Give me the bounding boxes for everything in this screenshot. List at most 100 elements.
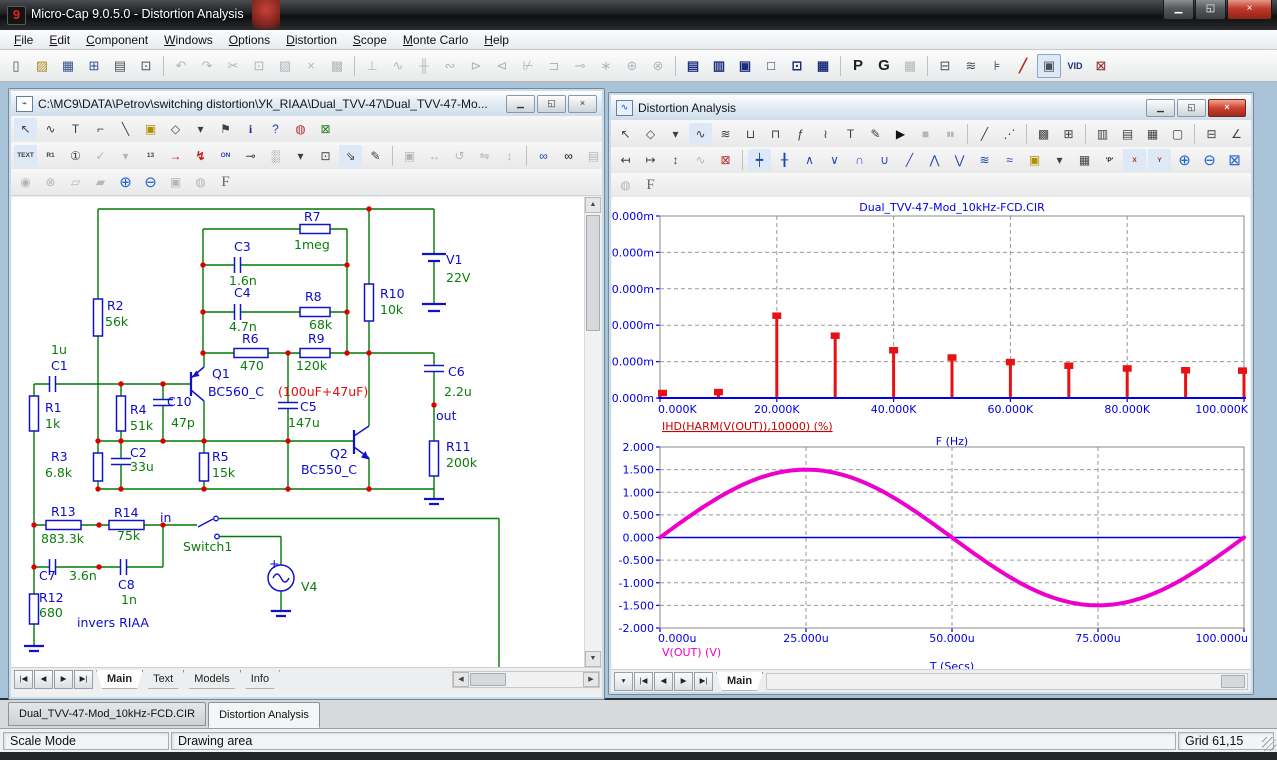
doc-tab-distortion-analysis[interactable]: Distortion Analysis	[208, 702, 320, 728]
schematic-horizontal-scrollbar[interactable]: ◀ ▶	[452, 671, 600, 688]
vertical-cursor-button[interactable]: ╂	[773, 149, 796, 171]
wire-tool[interactable]: ⌐	[89, 118, 112, 140]
close-button[interactable]: ×	[568, 95, 597, 113]
split-horizontal-button[interactable]: ▤	[681, 54, 705, 78]
cursor-mode-button[interactable]: ≋	[714, 123, 737, 145]
border-toggle[interactable]: ⊡	[314, 145, 337, 167]
line-tool[interactable]: ╱	[973, 123, 996, 145]
wave-reference-button[interactable]: ∿	[689, 149, 712, 171]
x-axis-scale-button[interactable]: X	[1123, 149, 1146, 171]
tokens-button[interactable]: ▦	[1141, 123, 1164, 145]
y-axis-scale-button[interactable]: Y	[1148, 149, 1171, 171]
sheet-tab-models[interactable]: Models	[183, 670, 240, 689]
scroll-down-button[interactable]: ▼	[585, 651, 601, 667]
run-button[interactable]: ▶	[889, 123, 912, 145]
next-point-left-button[interactable]: ↤	[614, 149, 637, 171]
power-display-toggle[interactable]: ↯	[189, 145, 212, 167]
font-button[interactable]: F	[639, 174, 662, 196]
info-mode-tool[interactable]: i	[239, 118, 262, 140]
menu-item[interactable]: Windows	[156, 31, 221, 49]
top-button[interactable]: ⋀	[923, 149, 946, 171]
page-nav-button[interactable]: ▾	[614, 672, 633, 691]
flip-y-mode[interactable]: ↕	[498, 145, 521, 167]
doc-tab-circuit[interactable]: Dual_TVV-47-Mod_10kHz-FCD.CIR	[8, 702, 206, 726]
scroll-right-button[interactable]: ▶	[583, 672, 599, 687]
point-tag-button[interactable]: ⊔	[739, 123, 762, 145]
valley-button[interactable]: ∨	[823, 149, 846, 171]
delete-button[interactable]: ×	[299, 54, 323, 78]
flip-x-mode[interactable]: ⇋	[473, 145, 496, 167]
menu-item[interactable]: Distortion	[278, 31, 345, 49]
stop-button[interactable]: ■	[914, 123, 937, 145]
zoom-in-button[interactable]: ⊕	[114, 171, 137, 193]
print-preview-button[interactable]: ⊡	[134, 54, 158, 78]
overlap-windows-button[interactable]: ⊡	[785, 54, 809, 78]
undo-button[interactable]: ↶	[169, 54, 193, 78]
menu-item[interactable]: Component	[78, 31, 156, 49]
select-tool[interactable]: ↖	[14, 118, 37, 140]
diode-component-button[interactable]: ⊳	[464, 54, 488, 78]
close-button[interactable]: ×	[1227, 0, 1272, 20]
info-window-button[interactable]: ▤	[582, 145, 605, 167]
cross-cursor-toggle[interactable]: ⇘	[339, 145, 362, 167]
web-info-tool[interactable]: ◍	[289, 118, 312, 140]
next-point-right-button[interactable]: ↦	[639, 149, 662, 171]
text-attributes-toggle[interactable]: TEXT	[14, 145, 37, 167]
sheet-tab-main[interactable]: Main	[96, 670, 143, 689]
font-button[interactable]: F	[214, 171, 237, 193]
analysis-plots[interactable]: Dual_TVV-47-Mod_10kHz-FCD.CIR100.000m80.…	[612, 197, 1250, 669]
polyline-tool[interactable]: ⋰	[998, 123, 1021, 145]
copy-page-button[interactable]: ▰	[89, 171, 112, 193]
cut-button[interactable]: ✂	[221, 54, 245, 78]
zoom-out-button[interactable]: ⊖	[1198, 149, 1221, 171]
bottom-button[interactable]: ⋁	[948, 149, 971, 171]
source-component-button[interactable]: ∿	[386, 54, 410, 78]
menu-item[interactable]: File	[6, 31, 41, 49]
rotate-mode[interactable]: ↺	[448, 145, 471, 167]
data-points-button[interactable]: ▥	[1091, 123, 1114, 145]
scope-window-button[interactable]: ▣	[1037, 54, 1061, 78]
flag-dropdown[interactable]: ▾	[189, 118, 212, 140]
scroll-left-button[interactable]: ◀	[453, 672, 469, 687]
numeric-output-button[interactable]: ▦	[1073, 149, 1096, 171]
save-file-button[interactable]: ▦	[56, 54, 80, 78]
copy-button[interactable]: ⊡	[247, 54, 271, 78]
page-nav-button[interactable]: |◀	[14, 670, 33, 689]
component-tool[interactable]: ∿	[39, 118, 62, 140]
page-nav-button[interactable]: ▶	[54, 670, 73, 689]
minimize-button[interactable]: ▁	[1163, 0, 1194, 20]
capacitor-component-button[interactable]: ╫	[412, 54, 436, 78]
inductor-component-button[interactable]: ∾	[438, 54, 462, 78]
sheet-tab-main[interactable]: Main	[716, 672, 763, 691]
screwdriver-tool-button[interactable]: ╱	[1011, 54, 1035, 78]
copy-picture-button[interactable]: ▱	[64, 171, 87, 193]
main-title-bar[interactable]: 9 Micro-Cap 9.0.5.0 - Distortion Analysi…	[0, 0, 1277, 30]
menu-item[interactable]: Scope	[345, 31, 395, 49]
ground-component-button[interactable]: ⊥	[360, 54, 384, 78]
stretch-mode[interactable]: ↔	[423, 145, 446, 167]
save-all-button[interactable]: ⊞	[82, 54, 106, 78]
help-window-button[interactable]: ⊠	[1089, 54, 1113, 78]
box-select-mode[interactable]: ▣	[398, 145, 421, 167]
minimize-button[interactable]: ▁	[1146, 99, 1175, 117]
scale-mode-button[interactable]: ∿	[689, 123, 712, 145]
transistor-component-button[interactable]: ⊬	[516, 54, 540, 78]
peak-button[interactable]: ∧	[798, 149, 821, 171]
select-region-button[interactable]: ▩	[1032, 123, 1055, 145]
part-browser-tool[interactable]: ◇	[164, 118, 187, 140]
maximize-window-button[interactable]: □	[759, 54, 783, 78]
slope-cursor-button[interactable]: ╱	[898, 149, 921, 171]
split-vertical-button[interactable]: ▥	[707, 54, 731, 78]
restore-button[interactable]: ◱	[1177, 99, 1206, 117]
page-nav-button[interactable]: |◀	[634, 672, 653, 691]
gds-dropdown[interactable]: ▾	[1048, 149, 1071, 171]
analysis-horizontal-scrollbar[interactable]	[766, 673, 1248, 690]
zoom-out-button[interactable]: ⊖	[139, 171, 162, 193]
print-button[interactable]: ▤	[108, 54, 132, 78]
horizontal-cursor-button[interactable]: ┿	[748, 149, 771, 171]
text-tool[interactable]: T	[64, 118, 87, 140]
horizontal-tag-button[interactable]: ⊓	[764, 123, 787, 145]
ic-component-button[interactable]: ⊸	[568, 54, 592, 78]
minor-grid-button[interactable]: ▢	[1166, 123, 1189, 145]
page-nav-button[interactable]: ◀	[34, 670, 53, 689]
